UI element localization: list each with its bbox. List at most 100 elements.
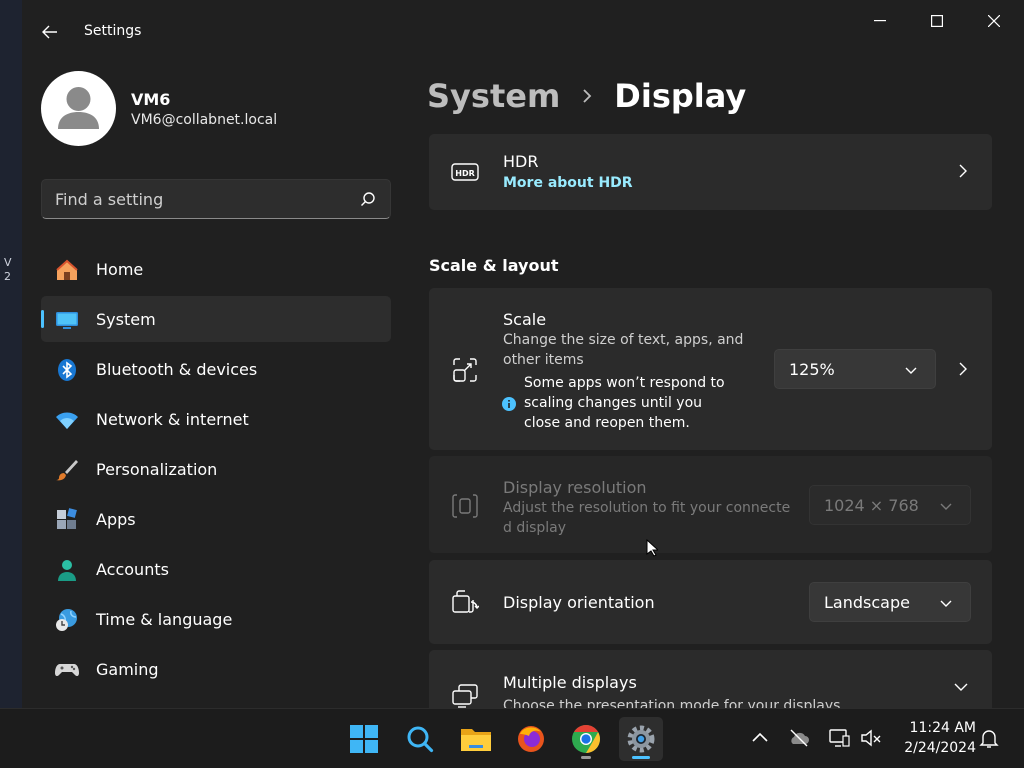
page-title: Display: [614, 77, 747, 115]
avatar[interactable]: [41, 71, 116, 146]
search-input[interactable]: [42, 180, 352, 218]
sidebar-item-network[interactable]: Network & internet: [41, 396, 391, 442]
scale-icon: [453, 358, 477, 382]
content-pane: HDR HDR More about HDR Scale & layout Sc…: [429, 134, 992, 708]
sidebar-item-label: Time & language: [96, 609, 233, 629]
settings-taskbar-button[interactable]: [619, 717, 663, 761]
user-silhouette-icon: [58, 87, 99, 129]
scale-card[interactable]: Scale Change the size of text, apps, and…: [429, 288, 992, 450]
close-icon: [988, 15, 1000, 27]
chevron-up-icon[interactable]: [749, 727, 771, 749]
hdr-icon: HDR: [451, 163, 479, 181]
hdr-title: HDR: [503, 152, 539, 171]
resolution-icon: [452, 494, 478, 518]
sidebar-item-time-language[interactable]: Time & language: [41, 596, 391, 642]
app-title: Settings: [84, 23, 142, 39]
display-resolution-card: Display resolution Adjust the resolution…: [429, 456, 992, 553]
hdr-card[interactable]: HDR HDR More about HDR: [429, 134, 992, 210]
sidebar-item-accounts[interactable]: Accounts: [41, 546, 391, 592]
start-button[interactable]: [342, 717, 386, 761]
resolution-value: 1024 × 768: [824, 496, 919, 515]
breadcrumb: System Display: [427, 74, 746, 118]
multiple-displays-title: Multiple displays: [503, 673, 637, 692]
sidebar-item-apps[interactable]: Apps: [41, 496, 391, 542]
maximize-icon: [931, 15, 943, 27]
clock-time[interactable]: 11:24 AM: [896, 720, 976, 736]
apps-icon: [57, 508, 77, 529]
info-icon: [502, 397, 516, 411]
chrome-button[interactable]: [564, 717, 608, 761]
scale-value: 125%: [789, 360, 835, 379]
taskbar-search-button[interactable]: [398, 717, 442, 761]
search-icon: [407, 726, 434, 753]
wifi-icon: [56, 412, 78, 429]
chrome-icon: [572, 725, 600, 753]
sidebar-item-personalization[interactable]: Personalization: [41, 446, 391, 492]
search-icon[interactable]: [360, 191, 376, 207]
scale-dropdown[interactable]: 125%: [774, 349, 936, 389]
chevron-down-icon: [940, 600, 952, 607]
sidebar-item-bluetooth[interactable]: Bluetooth & devices: [41, 346, 391, 392]
sidebar-item-home[interactable]: Home: [41, 246, 391, 292]
hdr-link[interactable]: More about HDR: [503, 173, 633, 193]
gaming-icon: [55, 664, 79, 677]
file-explorer-icon: [461, 729, 491, 751]
settings-window: Settings VM6 VM6@collabnet.local Find a …: [22, 0, 1024, 708]
firefox-icon: [518, 726, 544, 752]
search-box: [41, 179, 391, 219]
notification-bell-icon[interactable]: [978, 727, 1000, 749]
orientation-dropdown[interactable]: Landscape: [809, 582, 971, 622]
sidebar-item-label: Bluetooth & devices: [96, 359, 258, 379]
sidebar-item-label: Home: [96, 259, 144, 279]
section-heading: Scale & layout: [429, 256, 559, 275]
onedrive-offline-icon[interactable]: [788, 727, 810, 749]
brush-icon: [56, 460, 78, 481]
sidebar-item-label: Network & internet: [96, 409, 249, 429]
orientation-title: Display orientation: [503, 593, 655, 612]
sidebar-item-label: Gaming: [96, 659, 159, 679]
sidebar-item-label: System: [96, 309, 156, 329]
network-icon[interactable]: [828, 727, 850, 749]
scale-title: Scale: [503, 310, 547, 329]
desktop-edge-text: V 2: [4, 256, 12, 283]
system-icon: [56, 312, 78, 329]
settings-icon: [627, 725, 655, 753]
chevron-down-icon: [954, 683, 968, 691]
file-explorer-button[interactable]: [454, 717, 498, 761]
bluetooth-icon: [58, 359, 76, 381]
volume-muted-icon[interactable]: [860, 727, 882, 749]
sidebar-item-system[interactable]: System: [41, 296, 391, 342]
account-name: VM6: [131, 90, 171, 109]
svg-text:HDR: HDR: [455, 169, 475, 178]
active-indicator: [632, 756, 650, 759]
resolution-title: Display resolution: [503, 478, 647, 497]
chevron-right-icon: [583, 89, 592, 103]
chevron-right-icon: [959, 164, 967, 178]
multiple-displays-card[interactable]: Multiple displays Choose the presentatio…: [429, 650, 992, 708]
running-indicator: [581, 756, 591, 759]
minimize-icon: [874, 20, 886, 22]
display-orientation-card: Display orientation Landscape: [429, 560, 992, 644]
start-icon: [350, 725, 378, 753]
sidebar-item-label: Personalization: [96, 459, 218, 479]
sidebar-item-gaming[interactable]: Gaming: [41, 646, 391, 692]
resolution-subtitle: Adjust the resolution to fit your connec…: [503, 500, 791, 536]
taskbar: 11:24 AM 2/24/2024: [0, 708, 1024, 768]
home-icon: [56, 259, 78, 280]
back-button[interactable]: [36, 18, 64, 46]
resolution-dropdown: 1024 × 768: [809, 485, 971, 525]
minimize-button[interactable]: [857, 6, 903, 36]
chevron-right-icon[interactable]: [956, 362, 970, 376]
mouse-cursor-icon: [646, 539, 658, 557]
sidebar-nav: Home System Bluetooth & devices Network …: [41, 246, 391, 696]
firefox-button[interactable]: [509, 717, 553, 761]
multiple-displays-subtitle: Choose the presentation mode for your di…: [503, 698, 841, 708]
chevron-down-icon: [940, 503, 952, 510]
breadcrumb-parent[interactable]: System: [427, 77, 560, 115]
account-email: VM6@collabnet.local: [131, 112, 278, 128]
clock-date[interactable]: 2/24/2024: [886, 740, 976, 756]
close-button[interactable]: [971, 6, 1017, 36]
time-language-icon: [56, 609, 77, 631]
maximize-button[interactable]: [914, 6, 960, 36]
orientation-icon: [452, 590, 479, 613]
